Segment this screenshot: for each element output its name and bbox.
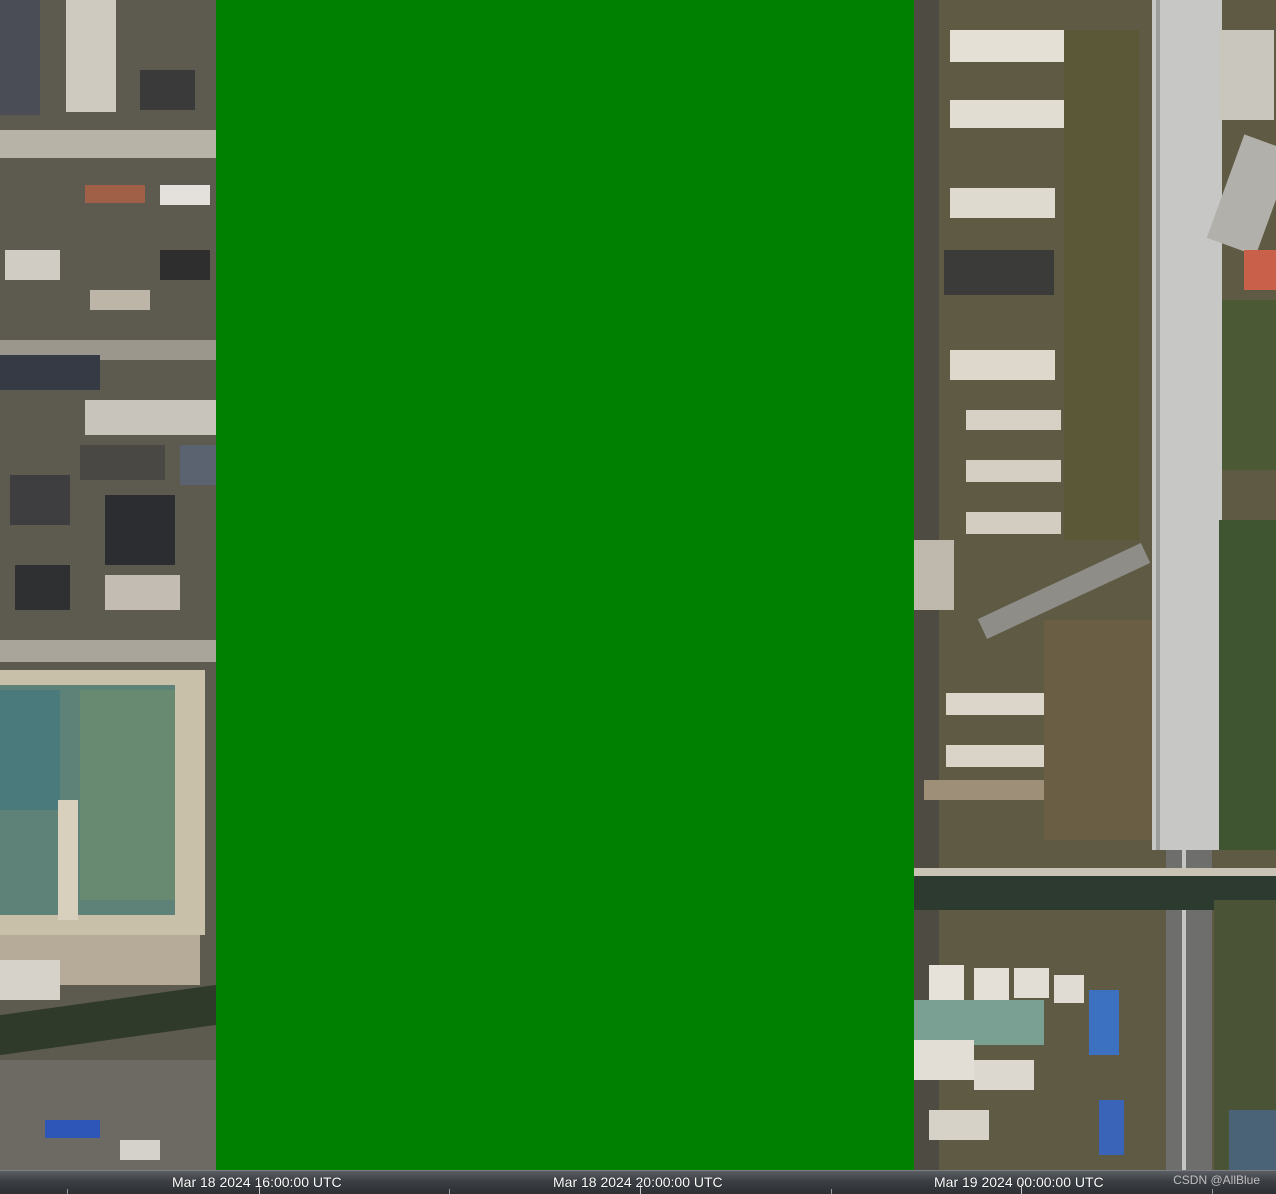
timeline-bar[interactable]: Mar 18 2024 16:00:00 UTC Mar 18 2024 20:… xyxy=(0,1170,1276,1194)
satellite-imagery-left xyxy=(0,0,216,1170)
green-overlay-layer[interactable] xyxy=(216,0,914,1170)
timeline-label-1: Mar 18 2024 16:00:00 UTC xyxy=(172,1174,342,1190)
map-canvas[interactable] xyxy=(0,0,1276,1170)
watermark: CSDN @AllBlue xyxy=(1173,1173,1260,1187)
satellite-imagery-right xyxy=(914,0,1276,1170)
timeline-label-3: Mar 19 2024 00:00:00 UTC xyxy=(934,1174,1104,1190)
timeline-label-2: Mar 18 2024 20:00:00 UTC xyxy=(553,1174,723,1190)
cesium-viewer: Mar 18 2024 16:00:00 UTC Mar 18 2024 20:… xyxy=(0,0,1276,1194)
